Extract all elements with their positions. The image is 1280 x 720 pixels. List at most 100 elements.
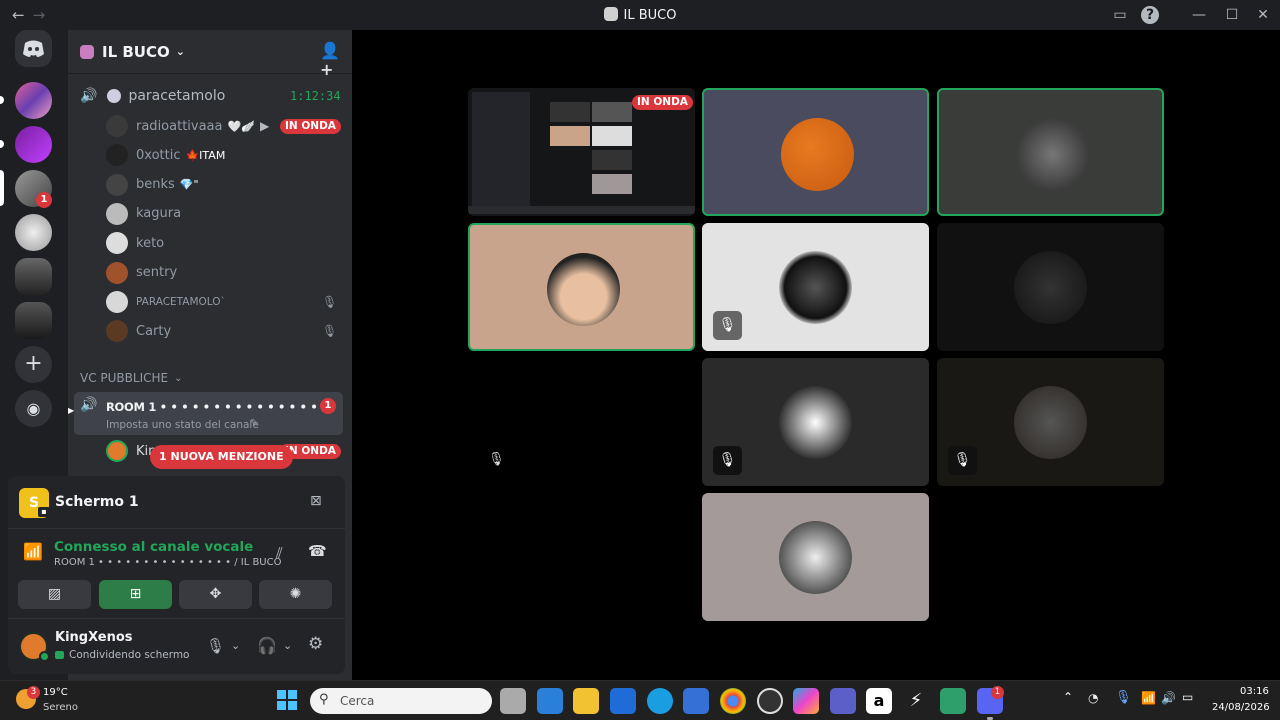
store-icon[interactable] bbox=[683, 688, 709, 714]
server-header[interactable]: IL BUCO ⌄ 👤+ bbox=[68, 30, 352, 79]
voice-member[interactable]: 0xottic 🍁ITAM bbox=[68, 141, 352, 169]
avatar bbox=[106, 261, 128, 284]
task-view-icon[interactable] bbox=[500, 688, 526, 714]
voice-channel-paracetamolo[interactable]: 🔊 paracetamolo 1:12:34 bbox=[68, 82, 352, 110]
taskbar-search-input[interactable]: ⚲ Cerca bbox=[310, 688, 492, 714]
screen-share-icon: ⊞ bbox=[129, 586, 142, 602]
camera-icon: ▪ bbox=[38, 507, 50, 517]
participant-tile[interactable]: 🎙 bbox=[937, 358, 1164, 486]
member-suffix: 🤍🪽 bbox=[227, 119, 255, 133]
voice-member[interactable]: benks 💎" bbox=[68, 171, 352, 199]
chevron-down-icon[interactable]: ⌄ bbox=[283, 639, 292, 652]
new-mention-pill[interactable]: 1 NUOVA MENZIONE bbox=[150, 445, 293, 469]
server-icon-6[interactable] bbox=[15, 302, 52, 339]
activities-button[interactable]: ✥ bbox=[179, 580, 252, 609]
soundboard-button[interactable]: ✺ bbox=[259, 580, 332, 609]
server-name: IL BUCO bbox=[102, 42, 170, 61]
preview-tile bbox=[550, 126, 590, 146]
voice-member[interactable]: Carty 🎙 bbox=[68, 317, 352, 345]
participant-tile[interactable] bbox=[702, 88, 929, 216]
noise-suppression-icon[interactable]: ⫽ bbox=[276, 544, 283, 562]
headphones-icon[interactable]: 🎧 bbox=[257, 636, 277, 655]
edge-icon[interactable] bbox=[647, 688, 673, 714]
tray-app-icon[interactable]: ◔ bbox=[1088, 691, 1098, 705]
room-status[interactable]: Imposta uno stato del canale bbox=[106, 419, 259, 431]
amazon-icon[interactable]: a bbox=[866, 688, 892, 714]
participant-tile[interactable] bbox=[468, 223, 695, 351]
volume-icon[interactable]: 🔊 bbox=[1161, 691, 1176, 705]
start-icon[interactable] bbox=[277, 690, 297, 710]
help-icon[interactable]: ? bbox=[1141, 6, 1159, 24]
close-icon[interactable]: ✕ bbox=[1253, 5, 1273, 25]
copilot-icon[interactable] bbox=[793, 688, 819, 714]
stream-tile[interactable]: IN ONDA bbox=[468, 88, 695, 216]
voice-member[interactable]: kagura bbox=[68, 200, 352, 228]
settings-gear-icon[interactable]: ⚙ bbox=[308, 634, 323, 654]
stop-stream-icon[interactable]: ⊠ bbox=[310, 493, 322, 509]
wifi-icon[interactable]: 📶 bbox=[1141, 691, 1156, 705]
soundboard-icon: ✺ bbox=[289, 586, 302, 602]
voice-member[interactable]: sentry bbox=[68, 259, 352, 287]
server-icon-5[interactable] bbox=[15, 258, 52, 295]
clock-time[interactable]: 03:16 bbox=[1240, 686, 1269, 697]
camera-off-icon: ▨ bbox=[47, 586, 62, 602]
voice-member[interactable]: PARACETAMOLO` 🎙 bbox=[68, 288, 352, 316]
app-icon[interactable] bbox=[940, 688, 966, 714]
microphone-icon[interactable]: 🎙 bbox=[206, 637, 225, 655]
user-status: Condividendo schermo bbox=[69, 649, 190, 661]
participant-tile[interactable]: 🎙 bbox=[702, 223, 929, 351]
category-vc-pubbliche[interactable]: VC PUBBLICHE ⌄ bbox=[68, 366, 352, 390]
signal-icon[interactable]: 📶 bbox=[23, 542, 43, 561]
maximize-icon[interactable]: ☐ bbox=[1222, 5, 1242, 25]
explore-icon[interactable]: ◉ bbox=[15, 390, 52, 427]
chrome-icon[interactable] bbox=[720, 688, 746, 714]
voice-channel-room1[interactable]: 🔊 ROOM 1 • • • • • • • • • • • • • • • 1… bbox=[74, 392, 343, 435]
minimize-icon[interactable]: — bbox=[1189, 5, 1209, 25]
server-icon-2[interactable] bbox=[15, 126, 52, 163]
server-icon-1[interactable] bbox=[15, 82, 52, 119]
teams-icon[interactable] bbox=[830, 688, 856, 714]
capcut-icon[interactable]: ⚡ bbox=[903, 688, 929, 714]
participant-tile[interactable]: 🎙 bbox=[702, 358, 929, 486]
muted-mic-icon: 🎙 bbox=[488, 452, 505, 467]
participant-tile[interactable] bbox=[937, 223, 1164, 351]
add-server-icon[interactable]: + bbox=[15, 346, 52, 383]
windows-taskbar: 3 19°C Sereno ⚲ Cerca a ⚡ 1 ⌃ ◔ 🎙 📶 🔊 ▭ … bbox=[0, 680, 1280, 720]
avatar bbox=[106, 144, 128, 167]
clock-date[interactable]: 24/08/2026 bbox=[1212, 702, 1270, 713]
participant-tile[interactable] bbox=[702, 493, 929, 621]
guild-mention-badge: 1 bbox=[36, 192, 52, 208]
avatar bbox=[779, 251, 852, 324]
inbox-icon[interactable]: ▭ bbox=[1110, 5, 1130, 25]
speaker-icon: 🔊 bbox=[80, 88, 98, 104]
avatar bbox=[106, 232, 128, 255]
disconnect-icon[interactable]: ☎ bbox=[308, 542, 327, 560]
file-explorer-icon[interactable] bbox=[573, 688, 599, 714]
voice-stage: IN ONDA 🎙 🎙 🎙 🎙 bbox=[352, 30, 1280, 680]
member-suffix: 💎" bbox=[179, 178, 199, 192]
weather-desc: Sereno bbox=[43, 702, 78, 713]
search-icon: ⚲ bbox=[319, 692, 329, 707]
dropbox-icon[interactable] bbox=[610, 688, 636, 714]
discord-home-icon[interactable] bbox=[15, 30, 52, 67]
mail-icon[interactable] bbox=[537, 688, 563, 714]
participant-tile[interactable] bbox=[937, 88, 1164, 216]
screen-share-button[interactable]: ⊞ bbox=[99, 580, 172, 609]
obs-icon[interactable] bbox=[757, 688, 783, 714]
member-name: keto bbox=[136, 235, 165, 251]
invite-icon[interactable]: 👤+ bbox=[320, 41, 352, 79]
camera-button[interactable]: ▨ bbox=[18, 580, 91, 609]
battery-icon[interactable]: ▭ bbox=[1182, 690, 1193, 704]
voice-member[interactable]: keto bbox=[68, 229, 352, 257]
chevron-down-icon[interactable]: ⌄ bbox=[231, 639, 240, 652]
muted-mic-icon: 🎙 bbox=[322, 324, 338, 339]
preview-tile bbox=[592, 174, 632, 194]
member-name: sentry bbox=[136, 265, 178, 280]
live-badge: IN ONDA bbox=[632, 95, 693, 110]
server-icon-4[interactable] bbox=[15, 214, 52, 251]
mic-tray-icon[interactable]: 🎙 bbox=[1115, 690, 1132, 705]
tray-chevron-icon[interactable]: ⌃ bbox=[1063, 690, 1073, 704]
pencil-icon[interactable]: ✎ bbox=[250, 418, 258, 429]
voice-member[interactable]: radioattivaaa 🤍🪽 ▶ IN ONDA bbox=[68, 112, 352, 140]
connection-channel[interactable]: ROOM 1 • • • • • • • • • • • • • • • / I… bbox=[54, 557, 281, 568]
